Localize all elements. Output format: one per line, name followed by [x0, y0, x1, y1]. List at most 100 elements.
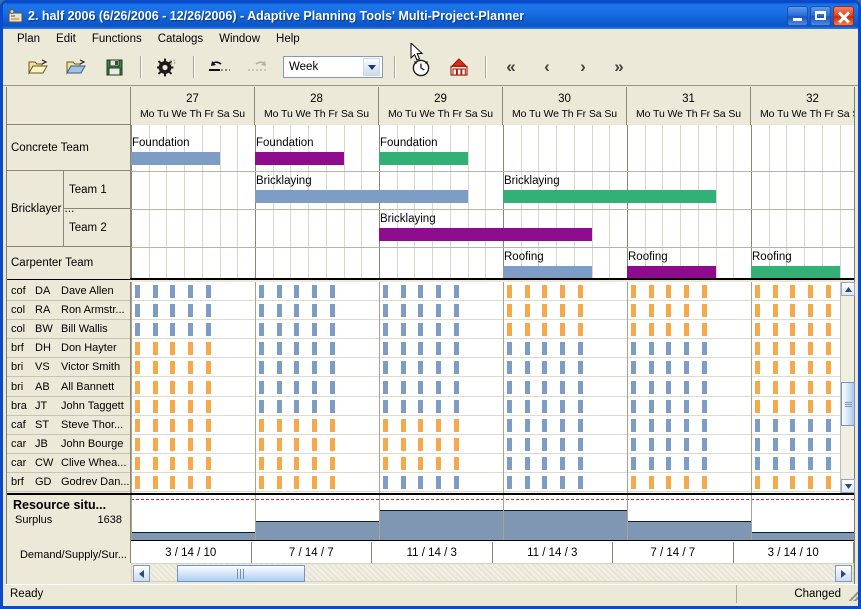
resource-allocation-bar[interactable]	[755, 437, 760, 451]
resource-allocation-bar[interactable]	[808, 285, 814, 298]
open-plan-button[interactable]	[19, 52, 57, 82]
resource-allocation-bar[interactable]	[825, 437, 831, 451]
resource-allocation-bar[interactable]	[701, 323, 707, 337]
resource-allocation-bar[interactable]	[205, 323, 211, 337]
gantt-task-bar[interactable]: Roofing	[627, 251, 716, 278]
resource-allocation-bar[interactable]	[436, 285, 442, 298]
time-scale-button[interactable]	[402, 52, 440, 82]
resource-allocation-bar[interactable]	[577, 456, 583, 470]
resource-allocation-bar[interactable]	[259, 342, 264, 356]
resource-allocation-bar[interactable]	[542, 304, 548, 318]
resource-allocation-bar[interactable]	[188, 437, 194, 451]
resource-allocation-bar[interactable]	[648, 418, 654, 432]
resource-allocation-bar[interactable]	[188, 304, 194, 318]
maximize-button[interactable]	[810, 6, 831, 26]
resource-allocation-bar[interactable]	[436, 361, 442, 375]
week-column[interactable]: 30 Mo Tu We Th Fr Sa Su	[503, 87, 627, 125]
resource-allocation-bar[interactable]	[436, 437, 442, 451]
resource-allocation-bar[interactable]	[560, 304, 566, 318]
scroll-right-button[interactable]	[835, 565, 852, 582]
resource-allocation-bar[interactable]	[418, 342, 424, 356]
resource-allocation-bar[interactable]	[755, 399, 760, 413]
resource-allocation-bar[interactable]	[152, 380, 158, 394]
resource-allocation-bar[interactable]	[152, 437, 158, 451]
resource-allocation-bar[interactable]	[259, 418, 264, 432]
week-column[interactable]: 32 Mo Tu We Th Fr Sa Su	[751, 87, 854, 125]
resource-allocation-bar[interactable]	[294, 437, 300, 451]
resource-allocation-bar[interactable]	[400, 342, 406, 356]
gantt-row-carpenter-team[interactable]: Carpenter Team	[7, 247, 130, 279]
resource-allocation-bar[interactable]	[418, 399, 424, 413]
resource-allocation-bar[interactable]	[772, 361, 778, 375]
resource-allocation-bar[interactable]	[524, 361, 530, 375]
resource-allocation-bar[interactable]	[205, 437, 211, 451]
resource-allocation-bar[interactable]	[648, 361, 654, 375]
resource-allocation-bar[interactable]	[276, 285, 282, 298]
resource-allocation-bar[interactable]	[772, 399, 778, 413]
resource-allocation-bar[interactable]	[577, 323, 583, 337]
resource-allocation-bar[interactable]	[436, 380, 442, 394]
resource-allocation-bar[interactable]	[188, 399, 194, 413]
resource-allocation-bar[interactable]	[772, 323, 778, 337]
resource-allocation-bar[interactable]	[294, 342, 300, 356]
resource-allocation-bar[interactable]	[436, 418, 442, 432]
resource-allocation-bar[interactable]	[205, 418, 211, 432]
resource-allocation-bar[interactable]	[560, 476, 566, 489]
resource-allocation-bar[interactable]	[418, 285, 424, 298]
resource-allocation-bar[interactable]	[542, 285, 548, 298]
resource-allocation-bar[interactable]	[631, 361, 636, 375]
resource-allocation-bar[interactable]	[524, 304, 530, 318]
resource-allocation-bar[interactable]	[170, 285, 176, 298]
resource-allocation-bar[interactable]	[329, 342, 335, 356]
resource-allocation-bar[interactable]	[701, 304, 707, 318]
resource-allocation-bar[interactable]	[772, 285, 778, 298]
resource-allocation-bar[interactable]	[453, 418, 459, 432]
resource-allocation-bar[interactable]	[666, 342, 672, 356]
resource-allocation-bar[interactable]	[542, 342, 548, 356]
resource-allocation-bar[interactable]	[135, 418, 140, 432]
resource-allocation-bar[interactable]	[542, 418, 548, 432]
resource-allocation-bar[interactable]	[790, 456, 796, 470]
resource-allocation-bar[interactable]	[329, 437, 335, 451]
resource-row[interactable]: car JB John Bourge	[7, 434, 130, 454]
resource-allocation-bar[interactable]	[507, 304, 512, 318]
resource-allocation-bar[interactable]	[790, 361, 796, 375]
resource-allocation-bar[interactable]	[135, 380, 140, 394]
resource-allocation-bar[interactable]	[188, 361, 194, 375]
menu-item-catalogs[interactable]: Catalogs	[150, 31, 211, 47]
resource-allocation-bar[interactable]	[631, 380, 636, 394]
gantt-task-bar[interactable]: Bricklaying	[379, 213, 592, 241]
resource-allocation-bar[interactable]	[312, 418, 318, 432]
resource-allocation-bar[interactable]	[808, 418, 814, 432]
resource-allocation-bar[interactable]	[772, 342, 778, 356]
resource-allocation-bar[interactable]	[312, 380, 318, 394]
menu-item-plan[interactable]: Plan	[9, 31, 48, 47]
resource-allocation-bar[interactable]	[259, 380, 264, 394]
resource-allocation-bar[interactable]	[772, 380, 778, 394]
resource-allocation-bar[interactable]	[524, 285, 530, 298]
resource-allocation-bar[interactable]	[400, 323, 406, 337]
scrollbar-thumb-horizontal[interactable]	[177, 565, 305, 582]
resource-allocation-bar[interactable]	[524, 456, 530, 470]
resource-allocation-bar[interactable]	[825, 323, 831, 337]
week-column[interactable]: 28 Mo Tu We Th Fr Sa Su	[255, 87, 379, 125]
resource-allocation-bar[interactable]	[276, 399, 282, 413]
resource-allocation-bar[interactable]	[808, 437, 814, 451]
resource-allocation-bar[interactable]	[170, 323, 176, 337]
chevron-down-icon[interactable]	[363, 58, 380, 76]
resource-allocation-bar[interactable]	[383, 456, 388, 470]
resource-allocation-bar[interactable]	[152, 399, 158, 413]
resource-allocation-bar[interactable]	[507, 476, 512, 489]
resource-allocation-bar[interactable]	[383, 285, 388, 298]
resource-allocation-bar[interactable]	[577, 399, 583, 413]
resource-allocation-bar[interactable]	[312, 361, 318, 375]
gantt-task-bar[interactable]: Roofing	[751, 251, 840, 278]
menu-item-functions[interactable]: Functions	[84, 31, 150, 47]
resource-allocation-bar[interactable]	[524, 342, 530, 356]
resource-allocation-bar[interactable]	[790, 476, 796, 489]
horizontal-scrollbar[interactable]	[131, 563, 854, 582]
resource-row[interactable]: brf DH Don Hayter	[7, 339, 130, 359]
resource-allocation-bar[interactable]	[329, 323, 335, 337]
resource-allocation-bar[interactable]	[205, 456, 211, 470]
resource-allocation-bar[interactable]	[790, 437, 796, 451]
